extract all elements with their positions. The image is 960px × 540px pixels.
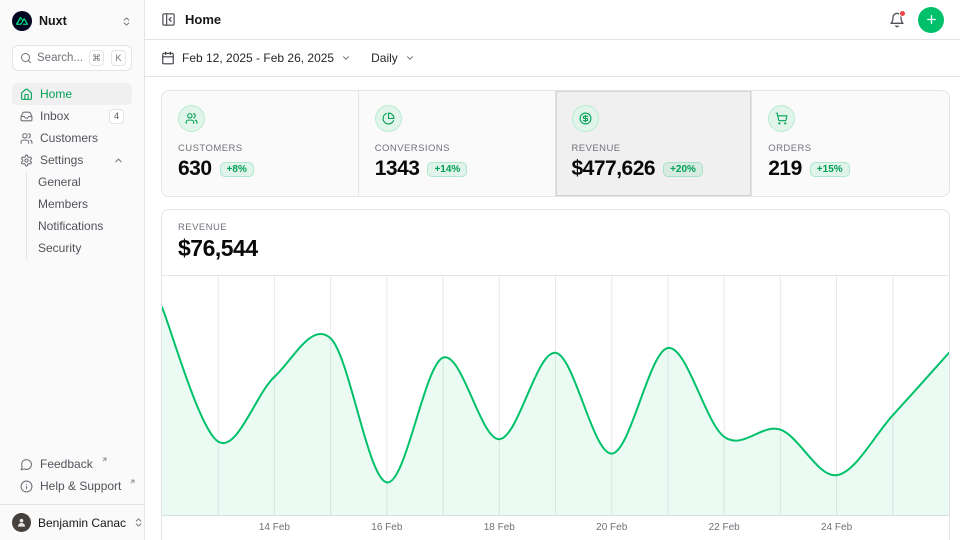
chevrons-up-down-icon	[133, 517, 144, 528]
sidebar-footer-nav: Feedback Help & Support	[12, 453, 132, 497]
search-input[interactable]	[37, 52, 84, 64]
sidebar-item-label: Customers	[40, 131, 98, 145]
x-tick-label: 20 Feb	[596, 522, 627, 533]
x-tick-label: 18 Feb	[484, 522, 515, 533]
delta-badge: +20%	[663, 162, 703, 177]
sidebar-item-customers[interactable]: Customers	[12, 127, 132, 149]
inbox-count-badge: 4	[109, 109, 124, 124]
sidebar-item-general[interactable]: General	[27, 171, 132, 193]
chart-metric-value: $76,544	[178, 235, 933, 262]
user-name: Benjamin Canac	[38, 516, 126, 530]
chart-header: REVENUE $76,544	[162, 210, 949, 276]
stat-card-orders[interactable]: ORDERS 219 +15%	[752, 91, 949, 196]
delta-badge: +15%	[810, 162, 850, 177]
x-tick-label: 14 Feb	[259, 522, 290, 533]
stat-value: 219	[768, 157, 802, 181]
delta-badge: +8%	[220, 162, 254, 177]
kbd-command: ⌘	[89, 50, 104, 66]
granularity-label: Daily	[371, 51, 398, 65]
circle-dollar-icon	[572, 105, 599, 132]
main-panel: Home Feb 12, 2025 - Feb 26, 2025	[145, 0, 960, 540]
stat-card-customers[interactable]: CUSTOMERS 630 +8%	[162, 91, 359, 196]
sidebar-item-home[interactable]: Home	[12, 83, 132, 105]
inbox-icon	[20, 110, 33, 123]
date-range-label: Feb 12, 2025 - Feb 26, 2025	[182, 51, 334, 65]
x-tick-label: 16 Feb	[371, 522, 402, 533]
users-icon	[178, 105, 205, 132]
user-menu[interactable]: Benjamin Canac	[0, 504, 144, 540]
date-range-picker[interactable]: Feb 12, 2025 - Feb 26, 2025	[161, 51, 351, 65]
search-icon	[20, 52, 32, 64]
notifications-button[interactable]	[889, 12, 905, 28]
notification-dot	[899, 10, 906, 17]
sidebar: Nuxt ⌘ K Home Inbox 4	[0, 0, 145, 540]
external-link-icon	[101, 456, 108, 463]
sidebar-nav: Home Inbox 4 Customers Settings Ge	[12, 83, 132, 259]
brand-name: Nuxt	[39, 14, 67, 28]
x-tick-label: 22 Feb	[709, 522, 740, 533]
sidebar-spacer	[12, 259, 132, 453]
stat-label: CONVERSIONS	[375, 143, 539, 154]
panel-left-close-icon	[161, 12, 176, 27]
workspace-switcher[interactable]: Nuxt	[12, 10, 132, 32]
calendar-icon	[161, 51, 175, 65]
chart-metric-label: REVENUE	[178, 222, 933, 233]
header-actions	[889, 7, 944, 33]
sidebar-item-label: Inbox	[40, 109, 69, 123]
chevron-down-icon	[341, 53, 351, 63]
stat-card-conversions[interactable]: CONVERSIONS 1343 +14%	[359, 91, 556, 196]
sidebar-item-help-support[interactable]: Help & Support	[12, 475, 132, 497]
shopping-cart-icon	[768, 105, 795, 132]
stat-value: 1343	[375, 157, 420, 181]
stat-label: ORDERS	[768, 143, 933, 154]
gear-icon	[20, 154, 33, 167]
home-icon	[20, 88, 33, 101]
message-circle-icon	[20, 458, 33, 471]
sidebar-item-inbox[interactable]: Inbox 4	[12, 105, 132, 127]
sidebar-item-settings[interactable]: Settings	[12, 149, 132, 171]
stat-card-revenue[interactable]: REVENUE $477,626 +20%	[556, 91, 753, 196]
chevrons-up-down-icon	[121, 16, 132, 27]
granularity-select[interactable]: Daily	[371, 51, 415, 65]
nuxt-logo-icon	[12, 11, 32, 31]
chevron-up-icon	[113, 155, 124, 166]
chart-plot-area[interactable]	[162, 276, 949, 516]
collapse-sidebar-button[interactable]	[161, 12, 176, 27]
page-header: Home	[145, 0, 960, 40]
info-icon	[20, 480, 33, 493]
users-icon	[20, 132, 33, 145]
pie-chart-icon	[375, 105, 402, 132]
filters-toolbar: Feb 12, 2025 - Feb 26, 2025 Daily	[145, 40, 960, 77]
delta-badge: +14%	[427, 162, 467, 177]
stat-label: REVENUE	[572, 143, 736, 154]
kbd-k: K	[111, 50, 126, 66]
sidebar-item-label: Help & Support	[40, 479, 121, 493]
stat-value: 630	[178, 157, 212, 181]
page-title: Home	[185, 12, 221, 27]
settings-submenu: General Members Notifications Security	[26, 171, 132, 259]
sidebar-item-feedback[interactable]: Feedback	[12, 453, 132, 475]
stats-row: CUSTOMERS 630 +8% CONVERSIONS 1343 +14%	[161, 90, 950, 197]
revenue-chart-card: REVENUE $76,544 14 Feb 16 Feb 18 Feb 20 Feb…	[161, 209, 950, 540]
avatar	[12, 513, 31, 532]
sidebar-item-security[interactable]: Security	[27, 237, 132, 259]
search-input-wrap[interactable]: ⌘ K	[12, 45, 132, 71]
add-button[interactable]	[918, 7, 944, 33]
external-link-icon	[129, 478, 136, 485]
chevron-down-icon	[405, 53, 415, 63]
sidebar-item-label: Home	[40, 87, 72, 101]
sidebar-item-notifications[interactable]: Notifications	[27, 215, 132, 237]
stat-label: CUSTOMERS	[178, 143, 342, 154]
stat-value: $477,626	[572, 157, 656, 181]
sidebar-item-members[interactable]: Members	[27, 193, 132, 215]
sidebar-item-label: Settings	[40, 153, 83, 167]
x-axis: 14 Feb 16 Feb 18 Feb 20 Feb 22 Feb 24 Feb	[162, 516, 949, 540]
sidebar-item-label: Feedback	[40, 457, 93, 471]
revenue-area-chart	[162, 276, 949, 516]
plus-icon	[925, 13, 938, 26]
content-area: CUSTOMERS 630 +8% CONVERSIONS 1343 +14%	[145, 77, 960, 540]
x-tick-label: 24 Feb	[821, 522, 852, 533]
